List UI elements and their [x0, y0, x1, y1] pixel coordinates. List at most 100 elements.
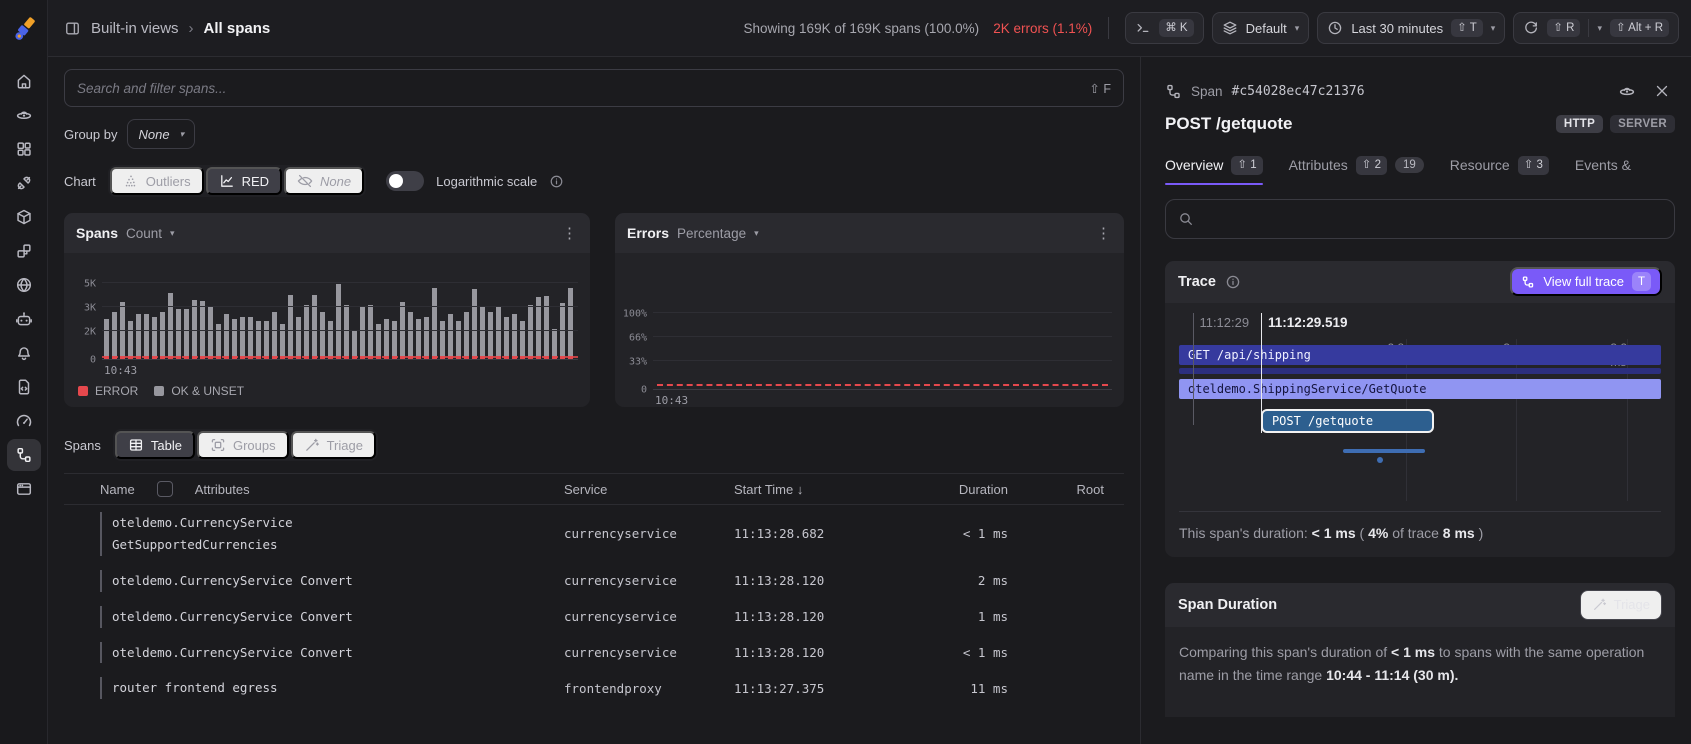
spans-chart-bars	[104, 265, 578, 359]
column-name[interactable]: Name	[100, 482, 135, 497]
info-icon	[549, 174, 564, 189]
sidebar-item-integrations[interactable]	[7, 167, 41, 199]
spans-view-tabs: TableGroupsTriage	[113, 429, 378, 461]
spans-table: Name Attributes Service Start Time ↓ Dur…	[64, 473, 1124, 744]
span-count-bar	[304, 305, 309, 359]
globe-icon	[15, 276, 33, 294]
view-full-trace-button[interactable]: View full trace T	[1510, 267, 1662, 296]
span-badge-server: SERVER	[1610, 115, 1675, 133]
tab-overview[interactable]: Overview⇧ 1	[1165, 156, 1263, 185]
chevron-down-icon[interactable]: ▾	[1597, 23, 1602, 34]
triage-label: Triage	[1614, 597, 1650, 612]
kebab-menu-icon[interactable]: ⋮	[562, 224, 578, 242]
column-service[interactable]: Service	[564, 482, 734, 497]
close-icon[interactable]	[1649, 78, 1675, 104]
table-row[interactable]: router frontend egressfrontendproxy11:13…	[64, 670, 1124, 706]
legend-item[interactable]: OK & UNSET	[154, 384, 244, 398]
trace-span-bar[interactable]: GET /api/shipping	[1179, 345, 1661, 365]
chevron-down-icon: ▾	[170, 228, 175, 239]
breadcrumb-page[interactable]: All spans	[204, 20, 271, 37]
time-range-label: Last 30 minutes	[1351, 21, 1443, 36]
span-count-bar	[472, 289, 477, 359]
trace-span-bar[interactable]: oteldemo.ShippingService/GetQuote	[1179, 379, 1661, 399]
ufo-action-button[interactable]	[1614, 78, 1640, 104]
ytick-label: 3K	[84, 303, 96, 314]
spans-chart-metric[interactable]: Count	[126, 226, 162, 241]
app-logo[interactable]	[0, 0, 48, 57]
errors-chart-metric[interactable]: Percentage	[677, 226, 746, 241]
column-duration[interactable]: Duration	[898, 482, 1008, 497]
tab-attributes[interactable]: Attributes⇧ 219	[1289, 156, 1424, 185]
views-panel-icon	[64, 20, 81, 37]
spans-table-header: Name Attributes Service Start Time ↓ Dur…	[64, 473, 1124, 505]
eye-off-icon	[297, 173, 313, 189]
span-count-bar	[416, 319, 421, 359]
time-range-button[interactable]: Last 30 minutes ⇧ T ▾	[1317, 12, 1505, 44]
sidebar-item-bell[interactable]	[7, 337, 41, 369]
dashboard-icon	[15, 140, 33, 158]
topbar-divider	[1108, 17, 1109, 39]
cube-icon	[15, 208, 33, 226]
sidebar-item-file-code[interactable]	[7, 371, 41, 403]
panel-search-input[interactable]	[1203, 211, 1662, 226]
column-start-time[interactable]: Start Time ↓	[734, 482, 898, 497]
table-row[interactable]: oteldemo.CurrencyService GetSupportedCur…	[64, 505, 1124, 563]
time-range-kbd: ⇧ T	[1451, 19, 1483, 38]
trace-timeline: 11:12:29 11:12:29.519 2.8 ms3 ms3.2 msGE…	[1179, 303, 1661, 511]
spans-view-table[interactable]: Table	[115, 431, 195, 459]
span-count-bar	[528, 305, 533, 359]
span-search-input[interactable]	[77, 81, 1081, 96]
span-count-bar	[336, 284, 341, 359]
sidebar-item-cube[interactable]	[7, 201, 41, 233]
cell-span-name: router frontend egress	[100, 677, 564, 699]
wand-icon	[1592, 597, 1607, 612]
table-row[interactable]: oteldemo.CurrencyService Convertcurrency…	[64, 635, 1124, 671]
span-count-bar	[208, 307, 213, 359]
kebab-menu-icon[interactable]: ⋮	[1096, 224, 1112, 242]
log-scale-toggle[interactable]	[386, 171, 424, 191]
sidebar-item-globe[interactable]	[7, 269, 41, 301]
table-row[interactable]: oteldemo.CurrencyService Convertcurrency…	[64, 599, 1124, 635]
spans-view-groups[interactable]: Groups	[197, 431, 289, 459]
span-count-bar	[424, 317, 429, 359]
span-count-bar	[488, 312, 493, 359]
legend-item[interactable]: ERROR	[78, 384, 138, 398]
trace-span-indicator[interactable]	[1179, 368, 1661, 374]
chart-mode-red[interactable]: RED	[206, 167, 282, 195]
sidebar-item-blocks[interactable]	[7, 235, 41, 267]
sidebar-item-home[interactable]	[7, 65, 41, 97]
cell-service: currencyservice	[564, 645, 734, 660]
span-count-bar	[160, 312, 165, 359]
view-selector-button[interactable]: Default ▾	[1212, 12, 1310, 44]
column-attributes[interactable]: Attributes	[195, 482, 250, 497]
table-row[interactable]: oteldemo.CurrencyService Convertcurrency…	[64, 563, 1124, 599]
refresh-button[interactable]: ⇧ R ▾ ⇧ Alt + R	[1513, 12, 1679, 44]
tab-resource[interactable]: Resource⇧ 3	[1450, 156, 1549, 185]
errors-count-text[interactable]: 2K errors (1.1%)	[993, 21, 1092, 36]
group-by-select[interactable]: None ▾	[127, 119, 195, 149]
sidebar-item-ufo[interactable]	[7, 99, 41, 131]
triage-button[interactable]: Triage	[1580, 590, 1662, 620]
trace-span-bar[interactable]: POST /getquote	[1261, 409, 1435, 433]
trace-span-indicator[interactable]	[1343, 449, 1425, 453]
sidebar-item-trace[interactable]	[7, 439, 41, 471]
column-root[interactable]: Root	[1008, 482, 1104, 497]
ytick-label: 100%	[623, 309, 647, 320]
chart-mode-outliers[interactable]: Outliers	[110, 167, 204, 195]
sidebar-item-tables[interactable]	[7, 473, 41, 505]
sidebar-item-robot[interactable]	[7, 303, 41, 335]
breadcrumb-section[interactable]: Built-in views	[91, 20, 179, 37]
chart-mode-none[interactable]: None	[284, 167, 364, 195]
ytick-label: 0	[90, 355, 96, 366]
span-id[interactable]: #c54028ec47c21376	[1232, 84, 1365, 99]
sidebar-item-dashboard[interactable]	[7, 133, 41, 165]
cell-duration: < 1 ms	[898, 526, 1008, 541]
sidebar-item-gauge[interactable]	[7, 405, 41, 437]
span-detail-tabs: Overview⇧ 1 Attributes⇧ 219 Resource⇧ 3 Eve…	[1165, 156, 1675, 185]
attributes-checkbox[interactable]	[157, 481, 173, 497]
tab-events-[interactable]: Events &	[1575, 156, 1631, 185]
span-count-bar	[184, 309, 189, 359]
bell-icon	[15, 344, 33, 362]
command-palette-button[interactable]: ⌘ K	[1125, 12, 1203, 44]
spans-view-triage[interactable]: Triage	[291, 431, 376, 459]
